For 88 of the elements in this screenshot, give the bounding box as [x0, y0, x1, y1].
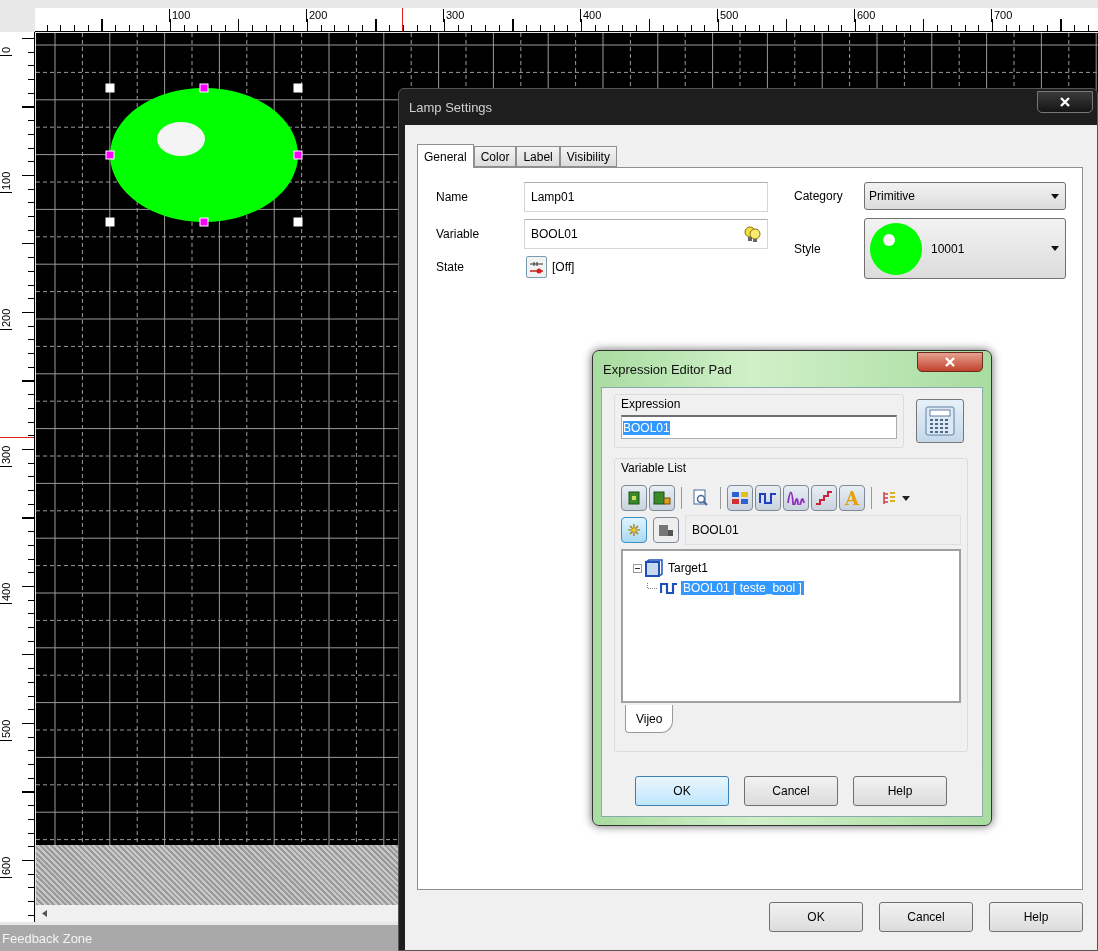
position-marker: [402, 8, 403, 31]
selection-handle[interactable]: [105, 150, 115, 160]
dialog-button[interactable]: Help: [989, 902, 1083, 932]
grid-icon: [731, 491, 749, 505]
documents-icon: [653, 491, 671, 505]
selection-handle[interactable]: [199, 217, 209, 227]
ruler-label: 600: [854, 9, 876, 22]
selection-handle[interactable]: [105, 83, 115, 93]
group-label: Expression: [621, 397, 682, 411]
group-label: Variable List: [621, 461, 688, 475]
magnifier-document-icon: [693, 489, 709, 507]
selection-handle[interactable]: [293, 150, 303, 160]
caret-icon: [902, 495, 910, 501]
caret-icon: [1051, 246, 1059, 251]
selection-handle[interactable]: [199, 83, 209, 93]
selection-handle[interactable]: [293, 217, 303, 227]
filter-button[interactable]: [727, 485, 753, 511]
switch-icon: [529, 260, 544, 274]
close-button[interactable]: [917, 352, 983, 372]
filter-button[interactable]: [783, 485, 809, 511]
filter-button[interactable]: [649, 485, 675, 511]
state-toggle-button[interactable]: [526, 256, 547, 278]
ruler-label: 500: [0, 719, 12, 741]
ruler-label: 400: [580, 9, 602, 22]
field-label: Name: [436, 190, 469, 204]
ruler-label: 400: [0, 582, 12, 604]
close-icon: [1060, 97, 1070, 107]
cube-icon: [645, 559, 663, 577]
field-label: Style: [794, 241, 822, 256]
ruler-label: 100: [169, 9, 191, 22]
filter-button[interactable]: [621, 485, 647, 511]
ruler-label: 600: [0, 856, 12, 878]
square-wave-icon: [759, 491, 777, 505]
filter-button[interactable]: [811, 485, 837, 511]
scroll-left-icon[interactable]: [42, 910, 47, 917]
ruler-label: 200: [306, 9, 328, 22]
sparkle-button[interactable]: [621, 517, 647, 543]
calculator-button[interactable]: [916, 399, 964, 443]
dialog-button[interactable]: OK: [769, 902, 863, 932]
ruler-label: 300: [443, 9, 465, 22]
tree-item[interactable]: Target1: [666, 561, 711, 575]
variable-filter-field[interactable]: BOOL01: [685, 515, 961, 545]
tab[interactable]: Visibility: [559, 146, 617, 167]
lamp-preview-icon: [869, 221, 923, 276]
filter-button[interactable]: [755, 485, 781, 511]
name-field[interactable]: Lamp01: [524, 182, 768, 212]
caret-icon: [1051, 193, 1059, 199]
ruler-label: 700: [991, 9, 1013, 22]
dialog-button[interactable]: Cancel: [879, 902, 973, 932]
collapse-icon[interactable]: [633, 563, 642, 573]
window-title: Expression Editor Pad: [602, 361, 732, 377]
document-icon: [628, 491, 640, 505]
dialog-button[interactable]: OK: [635, 776, 729, 806]
state-value: [Off]: [552, 260, 575, 274]
ruler-label: 300: [0, 445, 12, 467]
ruler-label: 100: [0, 171, 12, 193]
square-wave-icon: [660, 582, 678, 594]
dialog-button[interactable]: Cancel: [744, 776, 838, 806]
wave-icon: [787, 491, 805, 505]
tab[interactable]: Color: [473, 146, 517, 167]
category-dropdown[interactable]: Primitive: [864, 182, 1066, 210]
ruler-label: 500: [717, 9, 739, 22]
field-label: State: [436, 260, 466, 274]
dialog-button[interactable]: Help: [853, 776, 947, 806]
stairs-icon: [815, 491, 833, 505]
tree-view-icon: [881, 490, 897, 506]
ruler-label: 200: [0, 308, 12, 330]
light-bulbs-icon[interactable]: [743, 225, 761, 243]
tab[interactable]: Vijeo: [625, 705, 674, 733]
close-button[interactable]: [1037, 91, 1093, 113]
selection-handle[interactable]: [293, 83, 303, 93]
calculator-icon: [925, 406, 955, 436]
feedback-label: Feedback Zone: [2, 930, 93, 946]
ruler-label: 0: [0, 46, 12, 56]
field-label: Variable: [436, 227, 481, 241]
style-dropdown[interactable]: 10001: [864, 218, 1066, 279]
close-icon: [945, 357, 955, 367]
tab[interactable]: Label: [516, 146, 560, 167]
selection-handle[interactable]: [105, 217, 115, 227]
device-icon: [658, 523, 674, 537]
device-button[interactable]: [653, 517, 679, 543]
field-label: Category: [794, 189, 844, 203]
lamp-shape[interactable]: [110, 88, 298, 222]
variable-field[interactable]: BOOL01: [524, 219, 768, 249]
tab[interactable]: General: [417, 144, 474, 168]
sparkle-icon: [627, 523, 641, 537]
window-title: Lamp Settings: [408, 99, 493, 115]
position-marker: [0, 437, 34, 438]
